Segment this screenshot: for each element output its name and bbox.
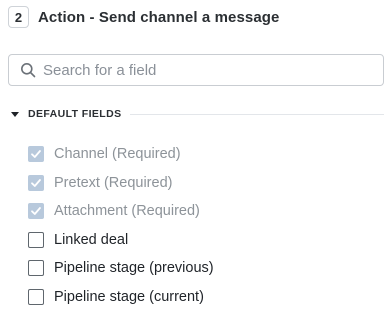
field-row-pipeline-stage-current[interactable]: Pipeline stage (current)	[28, 283, 214, 312]
checkbox-pretext	[28, 174, 44, 191]
step-number-badge: 2	[8, 6, 29, 28]
field-row-channel: Channel (Required)	[28, 140, 214, 169]
checkbox-channel	[28, 146, 44, 163]
checkbox-linked-deal[interactable]	[28, 231, 44, 248]
step-header: 2 Action - Send channel a message	[8, 6, 280, 28]
field-row-attachment: Attachment (Required)	[28, 197, 214, 226]
field-picker-panel: 2 Action - Send channel a message DEFAUL…	[0, 0, 390, 316]
checkbox-pipeline-stage-current[interactable]	[28, 288, 44, 305]
checkmark-icon	[31, 178, 41, 187]
checkbox-attachment	[28, 203, 44, 220]
field-label: Pretext (Required)	[54, 174, 173, 191]
field-label[interactable]: Pipeline stage (previous)	[54, 260, 214, 276]
field-row-pipeline-stage-previous[interactable]: Pipeline stage (previous)	[28, 254, 214, 283]
field-label[interactable]: Pipeline stage (current)	[54, 289, 204, 305]
checkmark-icon	[31, 150, 41, 159]
search-icon	[20, 62, 36, 78]
section-divider	[129, 113, 384, 115]
default-fields-section-header[interactable]: DEFAULT FIELDS	[10, 108, 384, 120]
field-list: Channel (Required) Pretext (Required) At…	[28, 140, 214, 311]
field-row-pretext: Pretext (Required)	[28, 169, 214, 198]
step-title: Action - Send channel a message	[38, 8, 280, 26]
field-label: Channel (Required)	[54, 146, 181, 163]
search-input[interactable]	[43, 56, 383, 84]
field-label[interactable]: Linked deal	[54, 232, 128, 248]
field-label: Attachment (Required)	[54, 203, 200, 220]
checkmark-icon	[31, 207, 41, 216]
field-row-linked-deal[interactable]: Linked deal	[28, 226, 214, 255]
checkbox-pipeline-stage-previous[interactable]	[28, 260, 44, 277]
section-title: DEFAULT FIELDS	[28, 108, 122, 120]
search-field-box[interactable]	[8, 54, 384, 86]
caret-down-icon[interactable]	[10, 109, 20, 119]
